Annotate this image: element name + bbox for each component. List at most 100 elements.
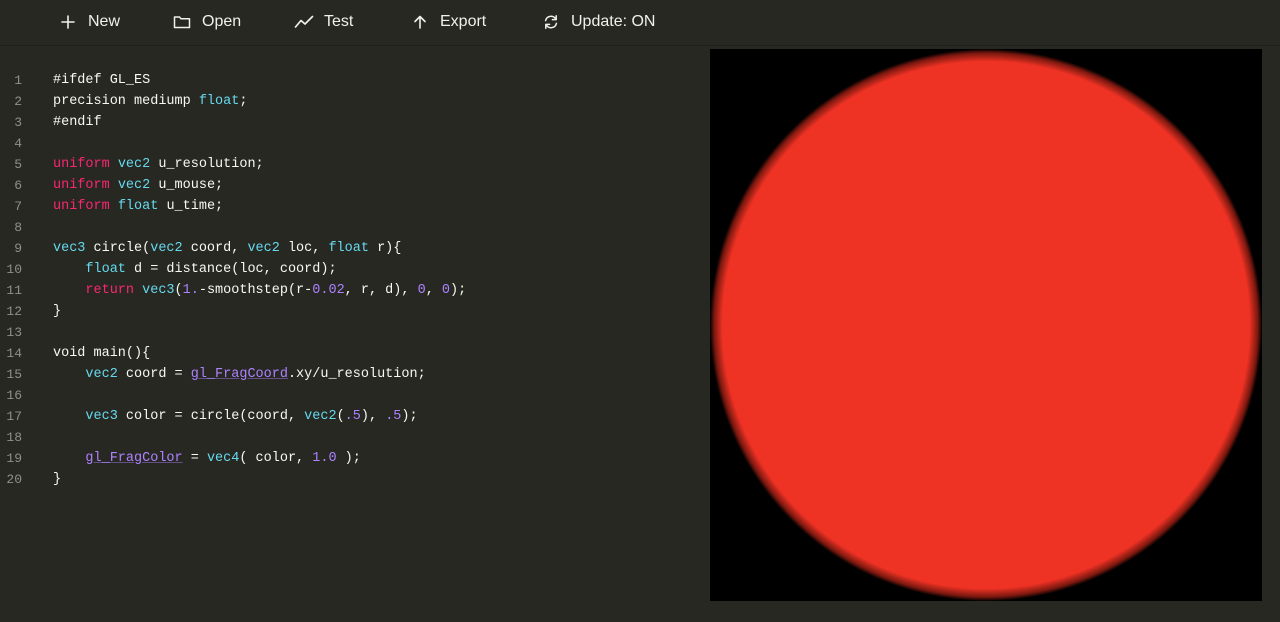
- code-token: }: [53, 304, 62, 319]
- code-line[interactable]: 17 vec3 color = circle(coord, vec2(.5), …: [0, 406, 700, 427]
- code-line[interactable]: 6 uniform vec2 u_mouse;: [0, 175, 700, 196]
- code-token: 0: [441, 283, 451, 298]
- code-token: .5: [385, 409, 402, 424]
- code-token: void main(){: [53, 346, 151, 361]
- code-token: ;: [239, 94, 248, 109]
- code-token: precision mediump: [53, 94, 199, 109]
- red-circle: [710, 49, 1262, 601]
- line-number: 17: [6, 409, 22, 424]
- code-token: , r, d),: [344, 283, 418, 298]
- new-button[interactable]: New: [58, 0, 120, 44]
- code-token: .5: [344, 409, 361, 424]
- code-line[interactable]: 2 precision mediump float;: [0, 91, 700, 112]
- line-number: 4: [14, 136, 22, 151]
- line-number: 10: [6, 262, 22, 277]
- code-token: u_mouse;: [150, 178, 224, 193]
- code-token: );: [401, 409, 418, 424]
- code-line[interactable]: 10 float d = distance(loc, coord);: [0, 259, 700, 280]
- line-number: 19: [6, 451, 22, 466]
- code-line[interactable]: 9 vec3 circle(vec2 coord, vec2 loc, float…: [0, 238, 700, 259]
- line-number: 1: [14, 73, 22, 88]
- code-line[interactable]: 16: [0, 385, 700, 406]
- code-token: coord,: [182, 241, 248, 256]
- line-number: 9: [14, 241, 22, 256]
- code-line[interactable]: 13: [0, 322, 700, 343]
- code-line[interactable]: 1 #ifdef GL_ES: [0, 70, 700, 91]
- code-token: gl_FragCoord: [190, 367, 288, 382]
- line-content: vec3 circle(vec2 coord, vec2 loc, float …: [53, 238, 401, 259]
- code-line[interactable]: 15 vec2 coord = gl_FragCoord.xy/u_resolu…: [0, 364, 700, 385]
- line-number: 2: [14, 94, 22, 109]
- code-token: 1.: [182, 283, 199, 298]
- line-content: float d = distance(loc, coord);: [53, 259, 336, 280]
- code-line[interactable]: 18: [0, 427, 700, 448]
- line-content: #ifdef GL_ES: [53, 70, 150, 91]
- code-editor[interactable]: 1 #ifdef GL_ES 2 precision mediump float; 3 #…: [0, 48, 700, 622]
- code-token: ),: [360, 409, 386, 424]
- code-token: u_time;: [158, 199, 224, 214]
- line-content: }: [53, 469, 61, 490]
- code-token: return: [85, 283, 135, 298]
- open-button[interactable]: Open: [172, 0, 241, 44]
- code-token: );: [336, 451, 361, 466]
- code-token: circle(: [85, 241, 151, 256]
- code-line[interactable]: 7 uniform float u_time;: [0, 196, 700, 217]
- code-line[interactable]: 5 uniform vec2 u_resolution;: [0, 154, 700, 175]
- line-content: vec3 color = circle(coord, vec2(.5), .5)…: [53, 406, 418, 427]
- code-token: vec2: [247, 241, 280, 256]
- export-button-label: Export: [440, 13, 487, 30]
- line-chart-icon: [294, 12, 314, 32]
- code-token: float: [85, 262, 126, 277]
- update-toggle-button[interactable]: Update: ON: [541, 0, 655, 44]
- code-token: float: [198, 94, 240, 109]
- code-token: #endif: [53, 115, 102, 130]
- code-token: vec2: [117, 178, 151, 193]
- line-number: 20: [6, 472, 22, 487]
- code-token: coord =: [117, 367, 191, 382]
- code-line[interactable]: 19 gl_FragColor = vec4( color, 1.0 );: [0, 448, 700, 469]
- code-token: (: [174, 283, 183, 298]
- code-line[interactable]: 20}: [0, 469, 700, 490]
- code-line[interactable]: 4: [0, 133, 700, 154]
- line-number: 13: [6, 325, 22, 340]
- code-token: 0.02: [312, 283, 345, 298]
- code-token: vec2: [304, 409, 337, 424]
- folder-icon: [172, 12, 192, 32]
- line-number: 7: [14, 199, 22, 214]
- line-content: void main(){: [53, 343, 150, 364]
- code-token: #ifdef GL_ES: [53, 73, 151, 88]
- refresh-icon: [541, 12, 561, 32]
- code-token: -smoothstep(r-: [198, 283, 313, 298]
- code-token: loc,: [279, 241, 329, 256]
- line-content: return vec3(1.-smoothstep(r-0.02, r, d),…: [53, 280, 466, 301]
- test-button[interactable]: Test: [294, 0, 353, 44]
- line-content: uniform vec2 u_mouse;: [53, 175, 223, 196]
- line-number: 18: [6, 430, 22, 445]
- code-line[interactable]: 11 return vec3(1.-smoothstep(r-0.02, r, …: [0, 280, 700, 301]
- shader-preview-canvas[interactable]: [710, 49, 1262, 601]
- code-token: uniform: [53, 199, 110, 214]
- line-number: 5: [14, 157, 22, 172]
- arrow-up-icon: [410, 12, 430, 32]
- new-button-label: New: [88, 13, 121, 30]
- code-line[interactable]: 8: [0, 217, 700, 238]
- code-line[interactable]: 14 void main(){: [0, 343, 700, 364]
- code-line[interactable]: 3 #endif: [0, 112, 700, 133]
- code-token: }: [53, 472, 62, 487]
- plus-icon: [58, 12, 78, 32]
- export-button[interactable]: Export: [410, 0, 486, 44]
- update-toggle-label: Update: ON: [571, 13, 656, 30]
- code-token: u_resolution;: [150, 157, 264, 172]
- code-line[interactable]: 12}: [0, 301, 700, 322]
- preview-render: [710, 49, 1262, 601]
- code-token: vec4: [206, 451, 240, 466]
- code-token: vec3: [53, 241, 86, 256]
- line-number: 14: [6, 346, 22, 361]
